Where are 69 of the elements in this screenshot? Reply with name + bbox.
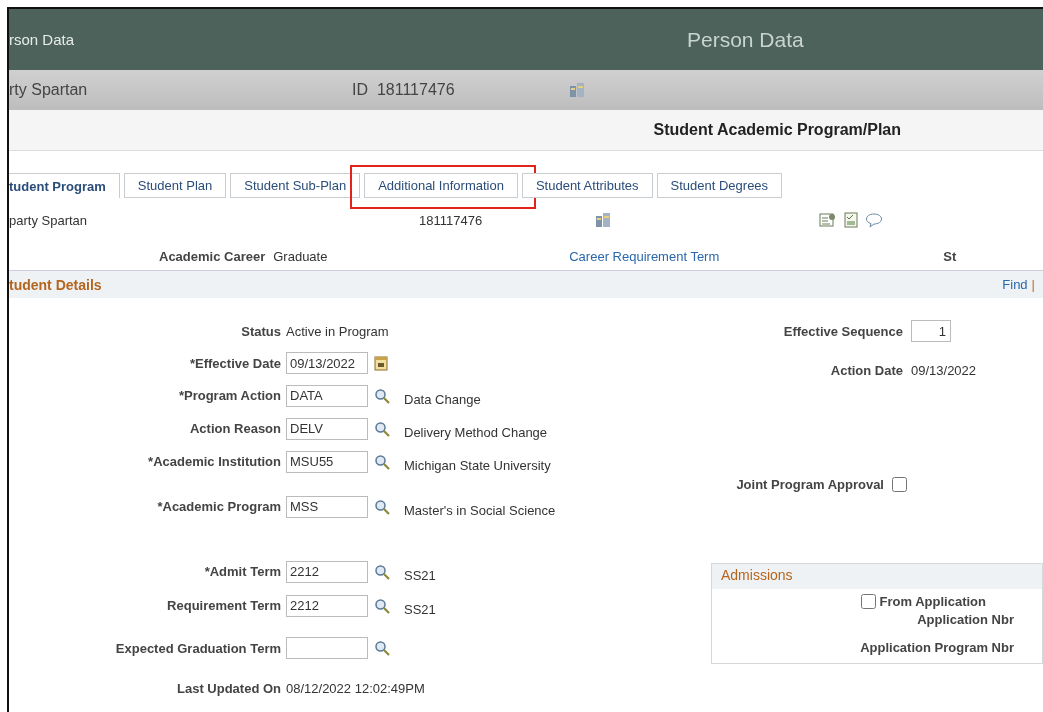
input-field[interactable]: 1 — [911, 320, 951, 342]
search-icon[interactable] — [374, 563, 390, 580]
find-link[interactable]: Find — [1002, 277, 1028, 292]
search-icon[interactable] — [374, 597, 390, 614]
student-name: party Spartan — [9, 212, 89, 228]
field-label: Application Program Nbr — [860, 640, 1014, 655]
checkbox[interactable] — [892, 476, 907, 492]
input-field[interactable]: DELV — [286, 417, 368, 440]
search-icon[interactable] — [374, 420, 390, 437]
field-label: Academic Career — [159, 248, 266, 264]
field-label: Action Reason — [189, 421, 281, 436]
field-description: SS21 — [404, 602, 436, 617]
tab[interactable]: Student Sub-Plan — [230, 173, 361, 198]
speech-bubble-icon[interactable] — [865, 212, 883, 228]
header-title: Person Data — [687, 27, 804, 52]
field-label: St — [943, 248, 957, 264]
field-label: Requirement Term — [166, 598, 281, 613]
field-label: *Program Action — [177, 388, 281, 403]
building-icon[interactable] — [594, 212, 612, 228]
career-term-link[interactable]: Career Requirement Term — [569, 248, 720, 264]
field-label: Status — [240, 323, 281, 339]
field-label: Effective Sequence — [782, 323, 903, 339]
tab[interactable]: Additional Information — [364, 173, 518, 198]
tab[interactable]: tudent Program — [9, 173, 120, 198]
field-label: *Academic Institution — [147, 454, 281, 469]
field-label: Application Nbr — [917, 612, 1014, 627]
input-field[interactable]: DATA — [286, 384, 368, 407]
search-icon[interactable] — [374, 498, 390, 515]
person-id: ID 181117476 — [352, 81, 456, 99]
calendar-icon[interactable] — [374, 355, 389, 371]
search-icon[interactable] — [374, 453, 390, 470]
field-value: 08/12/2022 12:02:49PM — [286, 680, 425, 696]
tab[interactable]: Student Attributes — [521, 173, 653, 198]
field-label: Action Date — [829, 362, 903, 378]
field-label: Expected Graduation Term — [114, 640, 281, 656]
date-field[interactable]: 09/13/2022 — [286, 352, 368, 374]
student-id: 181117476 — [419, 212, 484, 228]
input-field[interactable]: 2212 — [286, 560, 368, 583]
field-label: *Admit Term — [203, 564, 281, 579]
field-description: SS21 — [404, 568, 436, 583]
field-description: Master's in Social Science — [404, 503, 556, 518]
field-label: *Effective Date — [188, 355, 281, 371]
search-icon[interactable] — [374, 640, 390, 656]
page-title: Student Academic Program/Plan — [653, 121, 901, 139]
person-card-icon[interactable] — [819, 212, 837, 228]
checkbox-label: From Application — [879, 594, 986, 609]
separator: | — [1031, 277, 1035, 292]
person-name: rty Spartan — [9, 81, 89, 99]
panel-title: Admissions — [712, 564, 1042, 589]
field-label: Joint Program Approval — [735, 476, 884, 492]
input-field[interactable]: MSS — [286, 495, 368, 518]
tab[interactable]: Student Plan — [123, 173, 227, 198]
field-value: Graduate — [273, 248, 329, 264]
tab[interactable]: Student Degrees — [656, 173, 783, 198]
field-label: Last Updated On — [176, 680, 281, 696]
checklist-icon[interactable] — [843, 212, 859, 228]
field-label: *Academic Program — [156, 499, 281, 514]
search-icon[interactable] — [374, 387, 390, 404]
header-title: rson Data — [9, 31, 76, 48]
field-description: Michigan State University — [404, 458, 551, 473]
input-field[interactable]: MSU55 — [286, 450, 368, 473]
field-value: Active in Program — [286, 323, 389, 339]
field-value: 09/13/2022 — [911, 362, 977, 378]
field-description: Data Change — [404, 392, 481, 407]
section-title: tudent Details — [9, 276, 102, 293]
checkbox[interactable] — [860, 594, 876, 609]
input-field[interactable]: 2212 — [286, 594, 368, 617]
field-description: Delivery Method Change — [404, 425, 548, 440]
input-field[interactable] — [286, 637, 368, 659]
